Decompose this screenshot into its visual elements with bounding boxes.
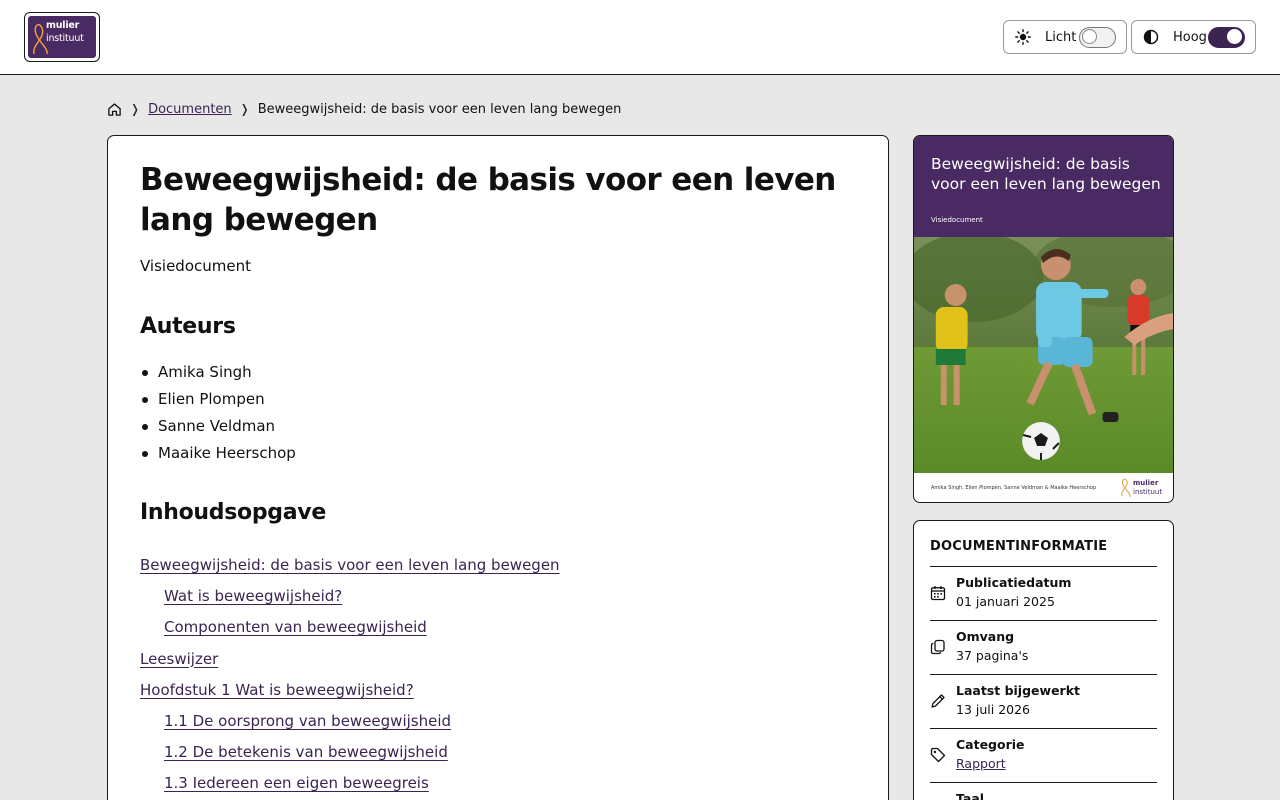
site-logo[interactable]: mulier instituut [24, 12, 100, 62]
author-item: Maaike Heerschop [140, 440, 296, 467]
info-row-laatst-bijgewerkt: Laatst bijgewerkt 13 juli 2026 [930, 675, 1157, 729]
calendar-icon [930, 585, 948, 603]
toc-link[interactable]: Wat is beweegwijsheid? [164, 587, 342, 605]
toc-link[interactable]: 1.1 De oorsprong van beweegwijsheid [164, 712, 451, 730]
info-row-taal: Taal [930, 783, 1157, 800]
cover-logo: mulier instituut [1119, 476, 1163, 498]
breadcrumb-link-documenten[interactable]: Documenten [148, 102, 232, 117]
toc-item: Leeswijzer [140, 648, 560, 679]
cover-title: Beweegwijsheid: de basis voor een leven … [931, 155, 1161, 193]
table-of-contents: Beweegwijsheid: de basis voor een leven … [140, 554, 560, 800]
tag-icon [930, 747, 948, 765]
svg-text:mulier: mulier [1133, 479, 1159, 487]
sun-icon [1014, 28, 1032, 46]
high-contrast-toggle[interactable]: Hoog [1131, 20, 1256, 54]
info-key: Omvang [956, 629, 1015, 644]
cover-photo-football-kids [914, 237, 1173, 473]
light-switch[interactable] [1079, 26, 1116, 48]
info-key: Categorie [956, 737, 1025, 752]
breadcrumb: ❭ Documenten ❭ Beweegwijsheid: de basis … [107, 99, 621, 119]
category-link[interactable]: Rapport [956, 756, 1006, 771]
contrast-icon [1142, 28, 1160, 46]
info-key: Laatst bijgewerkt [956, 683, 1080, 698]
toc-link[interactable]: Beweegwijsheid: de basis voor een leven … [140, 556, 560, 574]
info-row-publicatiedatum: Publicatiedatum 01 januari 2025 [930, 567, 1157, 621]
document-card: Beweegwijsheid: de basis voor een leven … [107, 135, 889, 800]
cover-type: Visiedocument [931, 216, 983, 224]
cover-authors: Amika Singh, Elien Plompen, Sanne Veldma… [931, 485, 1097, 491]
author-item: Elien Plompen [140, 386, 296, 413]
info-value: 37 pagina's [956, 648, 1029, 663]
toc-heading: Inhoudsopgave [140, 500, 326, 525]
toc-item: 1.3 Iedereen een eigen beweegreis [140, 772, 560, 800]
info-row-categorie: Categorie Rapport [930, 729, 1157, 783]
document-info-card: DOCUMENTINFORMATIE Publicatiedatum 01 ja… [913, 520, 1174, 800]
logo-text-line1: mulier [46, 20, 80, 31]
contrast-switch[interactable] [1208, 26, 1245, 48]
top-bar: mulier instituut Licht Hoog [0, 0, 1280, 75]
authors-heading: Auteurs [140, 314, 236, 339]
info-row-omvang: Omvang 37 pagina's [930, 621, 1157, 675]
copy-icon [930, 639, 948, 657]
pencil-icon [930, 693, 948, 711]
author-item: Sanne Veldman [140, 413, 296, 440]
breadcrumb-separator: ❭ [239, 102, 250, 116]
toc-link[interactable]: 1.3 Iedereen een eigen beweegreis [164, 774, 429, 792]
light-mode-toggle[interactable]: Licht [1003, 20, 1127, 54]
document-subtitle: Visiedocument [140, 257, 251, 275]
info-value: 13 juli 2026 [956, 702, 1031, 717]
info-value: Rapport [956, 756, 1006, 771]
breadcrumb-current: Beweegwijsheid: de basis voor een leven … [257, 101, 622, 117]
home-icon[interactable] [107, 102, 122, 117]
toc-link[interactable]: Hoofdstuk 1 Wat is beweegwijsheid? [140, 681, 414, 699]
contrast-toggle-label: Hoog [1173, 29, 1207, 45]
author-item: Amika Singh [140, 359, 296, 386]
info-key: Taal [956, 791, 985, 800]
info-heading: DOCUMENTINFORMATIE [930, 539, 1108, 554]
light-toggle-label: Licht [1045, 29, 1077, 45]
cover-header: Beweegwijsheid: de basis voor een leven … [914, 136, 1173, 237]
document-cover[interactable]: Beweegwijsheid: de basis voor een leven … [913, 135, 1174, 503]
toc-item: Wat is beweegwijsheid? [140, 585, 560, 616]
toc-item: Hoofdstuk 1 Wat is beweegwijsheid? [140, 679, 560, 710]
author-list: Amika Singh Elien Plompen Sanne Veldman … [140, 359, 296, 467]
toc-link[interactable]: Componenten van beweegwijsheid [164, 618, 427, 636]
logo-mark: mulier instituut [28, 16, 96, 58]
svg-text:instituut: instituut [1133, 488, 1162, 496]
logo-text-line2: instituut [46, 33, 84, 44]
page-title: Beweegwijsheid: de basis voor een leven … [140, 162, 836, 238]
info-value: 01 januari 2025 [956, 594, 1055, 609]
toc-item: 1.1 De oorsprong van beweegwijsheid [140, 710, 560, 741]
toc-item: 1.2 De betekenis van beweegwijsheid [140, 741, 560, 772]
toc-link[interactable]: Leeswijzer [140, 650, 218, 668]
toc-item: Beweegwijsheid: de basis voor een leven … [140, 554, 560, 585]
breadcrumb-separator: ❭ [130, 102, 141, 116]
info-key: Publicatiedatum [956, 575, 1072, 590]
toc-link[interactable]: 1.2 De betekenis van beweegwijsheid [164, 743, 448, 761]
toc-item: Componenten van beweegwijsheid [140, 616, 560, 647]
